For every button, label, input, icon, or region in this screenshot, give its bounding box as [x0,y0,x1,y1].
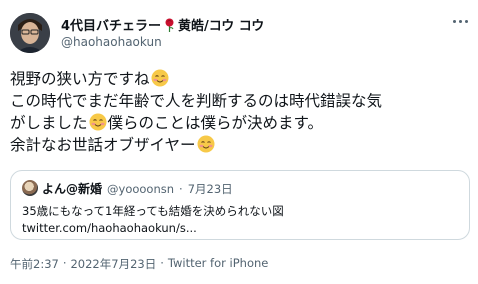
quoted-tweet-card[interactable]: よん@新婚 @yoooonsn · 7月23日 35歳にもなって1年経っても結婚… [10,170,470,240]
quoted-author-avatar [22,180,38,196]
more-options-icon[interactable] [453,18,471,24]
tweet-line: 視野の狭い方ですね [10,68,470,90]
smiling-face-emoji-icon [151,69,169,87]
tweet-time[interactable]: 午前2:37 [10,256,59,272]
tweet-meta: 午前2:37 · 2022年7月23日 · Twitter for iPhone [10,256,268,272]
tweet-line: がしました 僕らのことは僕らが決めます。 [10,113,323,132]
author-display-name[interactable]: 4代目バチェラー [61,15,161,34]
separator-dot: · [160,256,164,270]
separator-dot: · [62,256,67,270]
separator-dot: · [179,182,183,196]
tweet-line: この時代でまだ年齢で人を判断するのは時代錯誤な気 [10,92,383,110]
author-handle[interactable]: @haohaohaokun [61,35,162,49]
tweet-text: 視野の狭い方ですね この時代でまだ年齢で人を判断するのは時代錯誤な気 がしました… [10,68,470,156]
smiling-face-emoji-icon [197,135,215,153]
quoted-author-name: よん@新婚 [42,182,103,196]
quoted-tweet-link: twitter.com/haohaohaokun/s... [22,221,197,235]
rose-icon [165,18,174,32]
quoted-tweet-header: よん@新婚 @yoooonsn · 7月23日 [42,180,233,197]
author-avatar[interactable] [10,13,50,53]
tweet-source[interactable]: Twitter for iPhone [168,256,269,272]
tweet-line: 余計なお世話オブザイヤー [10,134,470,156]
smiling-face-emoji-icon [89,113,107,131]
quoted-author-handle: @yoooonsn [107,182,175,196]
author-display-name-suffix[interactable]: 黄皓/コウ コウ [178,15,264,34]
quoted-tweet-date: 7月23日 [187,182,233,196]
quoted-tweet-text: 35歳にもなって1年経っても結婚を決められない図 [22,204,284,218]
author-name-row[interactable]: 4代目バチェラー 黄皓/コウ コウ [61,15,264,34]
tweet-date[interactable]: 2022年7月23日 [70,256,156,272]
user-avatar-icon [10,13,50,53]
